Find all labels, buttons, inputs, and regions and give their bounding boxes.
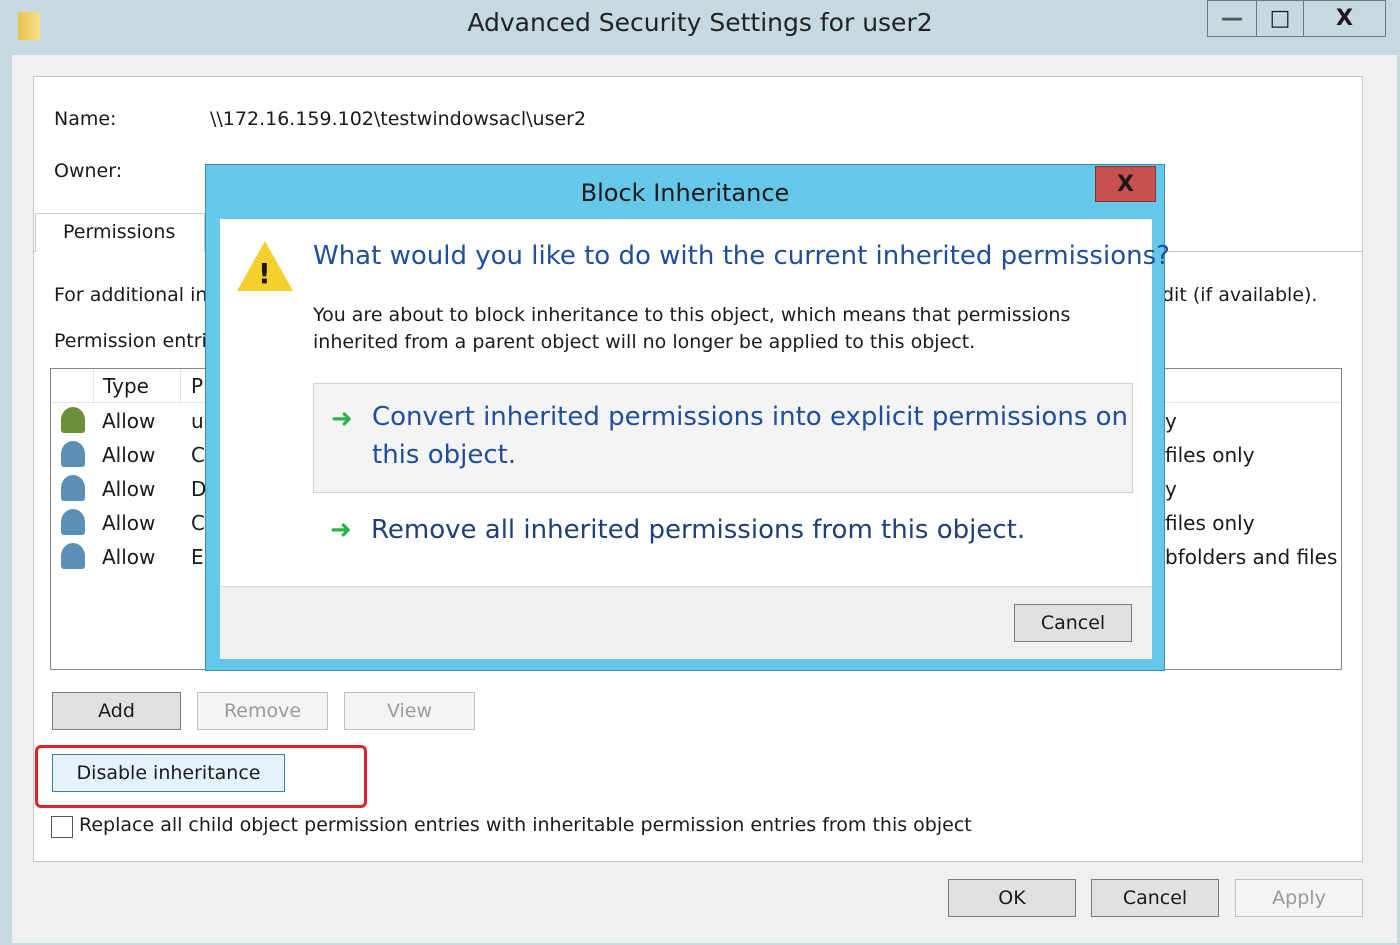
dialog-cancel-button[interactable]: Cancel: [1014, 604, 1132, 642]
entries-label: Permission entri: [54, 330, 207, 352]
arrow-right-icon: ➜: [330, 515, 352, 545]
arrow-right-icon: ➜: [331, 404, 353, 434]
block-inheritance-dialog: Block Inheritance X ! What would you lik…: [205, 164, 1170, 671]
warning-icon-mark: !: [258, 257, 271, 290]
apply-button[interactable]: Apply: [1235, 879, 1363, 917]
table-row-principal[interactable]: E: [191, 540, 204, 574]
user-icon: [61, 407, 85, 433]
view-button[interactable]: View: [344, 692, 475, 730]
table-row-type[interactable]: Allow: [102, 540, 155, 574]
convert-option[interactable]: ➜ Convert inherited permissions into exp…: [313, 383, 1133, 493]
table-row-principal[interactable]: C: [191, 506, 205, 540]
dialog-text-line1: You are about to block inheritance to th…: [313, 304, 1071, 326]
table-row-applies-to[interactable]: bfolders and files: [1165, 540, 1337, 574]
maximize-button[interactable]: □: [1256, 0, 1304, 37]
dialog-close-button[interactable]: X: [1095, 166, 1156, 202]
group-icon: [61, 543, 85, 569]
table-row-type[interactable]: Allow: [102, 438, 155, 472]
name-label: Name:: [54, 108, 117, 130]
replace-checkbox[interactable]: [51, 816, 73, 838]
close-button[interactable]: X: [1303, 0, 1386, 37]
tab-permissions[interactable]: Permissions: [35, 213, 205, 252]
table-row-type[interactable]: Allow: [102, 472, 155, 506]
table-row-type[interactable]: Allow: [102, 506, 155, 540]
column-principal[interactable]: P: [191, 369, 203, 403]
group-icon: [61, 441, 85, 467]
table-row-principal[interactable]: C: [191, 438, 205, 472]
remove-option[interactable]: ➜ Remove all inherited permissions from …: [313, 509, 1133, 559]
table-row-applies-to[interactable]: files only: [1165, 506, 1255, 540]
window-title: Advanced Security Settings for user2: [467, 8, 933, 37]
dialog-text-line2: inherited from a parent object will no l…: [313, 331, 976, 353]
group-icon: [61, 475, 85, 501]
dialog-question: What would you like to do with the curre…: [313, 241, 1170, 271]
name-value: \\172.16.159.102\testwindowsacl\user2: [210, 108, 587, 130]
table-row-applies-to[interactable]: files only: [1165, 438, 1255, 472]
table-row-type[interactable]: Allow: [102, 404, 155, 438]
remove-button[interactable]: Remove: [197, 692, 328, 730]
column-type[interactable]: Type: [93, 369, 181, 403]
ok-button[interactable]: OK: [948, 879, 1076, 917]
minimize-button[interactable]: —: [1207, 0, 1257, 37]
cancel-button[interactable]: Cancel: [1091, 879, 1219, 917]
remove-option-label: Remove all inherited permissions from th…: [371, 515, 1026, 545]
owner-label: Owner:: [54, 160, 123, 182]
convert-option-line2: this object.: [372, 440, 517, 470]
info-text-end: dit (if available).: [1162, 284, 1318, 306]
dialog-title: Block Inheritance: [580, 179, 790, 207]
info-text: For additional in: [54, 284, 208, 306]
convert-option-line1: Convert inherited permissions into expli…: [372, 402, 1129, 432]
disable-inheritance-button[interactable]: Disable inheritance: [52, 754, 285, 792]
table-row-applies-to[interactable]: y: [1165, 404, 1177, 438]
dialog-footer: Cancel: [220, 586, 1152, 659]
add-button[interactable]: Add: [52, 692, 181, 730]
table-row-applies-to[interactable]: y: [1165, 472, 1177, 506]
dialog-body: ! What would you like to do with the cur…: [220, 219, 1170, 659]
group-icon: [61, 509, 85, 535]
replace-checkbox-label[interactable]: Replace all child object permission entr…: [79, 814, 972, 836]
table-row-principal[interactable]: u: [191, 404, 204, 438]
